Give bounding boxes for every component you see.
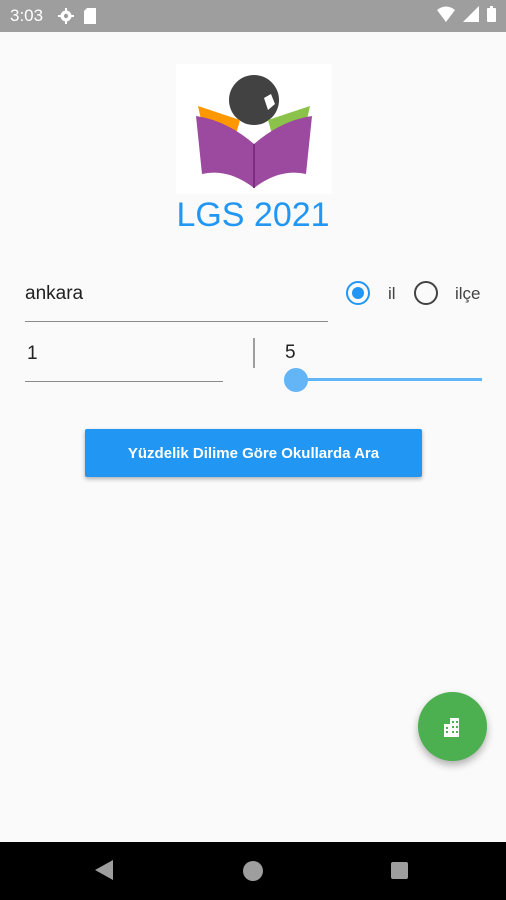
percentile-slider[interactable] xyxy=(296,378,482,381)
range-divider xyxy=(253,338,255,368)
wifi-icon xyxy=(437,6,455,22)
app-title: LGS 2021 xyxy=(176,196,330,234)
back-icon[interactable] xyxy=(95,860,113,880)
min-percentile-value: 1 xyxy=(27,343,38,364)
navigation-bar xyxy=(0,842,506,900)
percentile-slider-thumb[interactable] xyxy=(284,368,308,392)
max-percentile-value: 5 xyxy=(285,342,296,363)
search-schools-button[interactable]: Yüzdelik Dilime Göre Okullarda Ara xyxy=(85,429,422,477)
min-percentile-input[interactable]: 1 xyxy=(25,334,223,382)
recent-apps-icon[interactable] xyxy=(391,862,408,879)
reading-book-logo-icon xyxy=(196,75,312,188)
schools-fab-button[interactable] xyxy=(418,692,487,761)
radio-ilce[interactable] xyxy=(414,281,438,305)
sd-card-icon xyxy=(84,8,96,24)
battery-icon xyxy=(487,6,496,22)
radio-ilce-label: ilçe xyxy=(455,284,481,303)
app-logo xyxy=(176,64,332,194)
radio-il[interactable] xyxy=(346,281,370,305)
status-bar: 3:03 xyxy=(0,0,506,32)
home-icon[interactable] xyxy=(243,861,263,881)
status-time: 3:03 xyxy=(10,6,44,25)
gear-icon xyxy=(58,8,74,24)
city-input-value: ankara xyxy=(25,283,84,304)
radio-il-label: il xyxy=(388,284,396,303)
building-icon xyxy=(443,717,459,737)
signal-icon xyxy=(463,6,479,22)
city-input[interactable]: ankara xyxy=(25,274,328,322)
